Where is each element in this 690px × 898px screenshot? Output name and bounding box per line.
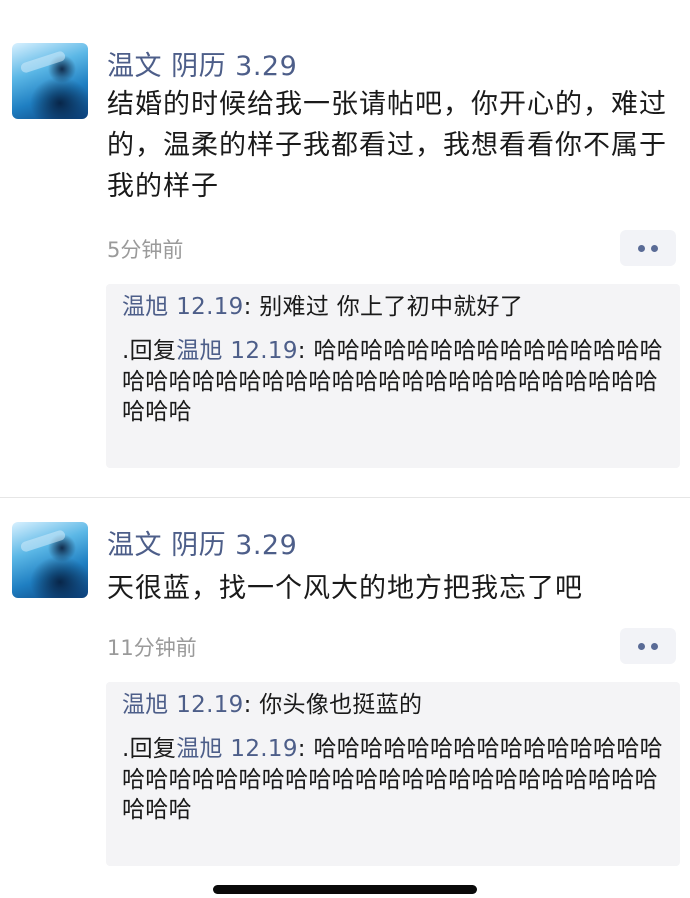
comment-separator: :: [243, 692, 260, 718]
more-button[interactable]: [620, 628, 676, 664]
comment-item[interactable]: .回复温旭 12.19: 哈哈哈哈哈哈哈哈哈哈哈哈哈哈哈哈哈哈哈哈哈哈哈哈哈哈哈…: [122, 734, 672, 826]
comment-separator: :: [297, 736, 314, 762]
more-dots-icon: [638, 643, 645, 650]
home-indicator[interactable]: [213, 885, 477, 894]
commenter-name[interactable]: 温旭 12.19: [122, 692, 244, 718]
author-name[interactable]: 温文 阴历 3.29: [107, 523, 297, 562]
more-dots-icon: [651, 643, 658, 650]
moment-post: 温文 阴历 3.29 天很蓝，找一个风大的地方把我忘了吧 11分钟前 温旭 12…: [0, 0, 690, 898]
commenter-name[interactable]: 温旭 12.19: [176, 736, 298, 762]
reply-prefix: .回复: [122, 736, 177, 762]
comment-text: 你头像也挺蓝的: [259, 692, 423, 718]
comments-box: 温旭 12.19: 你头像也挺蓝的 .回复温旭 12.19: 哈哈哈哈哈哈哈哈哈…: [106, 682, 680, 866]
avatar[interactable]: [12, 522, 88, 598]
post-content: 天很蓝，找一个风大的地方把我忘了吧: [107, 573, 583, 604]
post-time: 11分钟前: [107, 636, 197, 660]
comment-item[interactable]: 温旭 12.19: 你头像也挺蓝的: [122, 690, 672, 721]
